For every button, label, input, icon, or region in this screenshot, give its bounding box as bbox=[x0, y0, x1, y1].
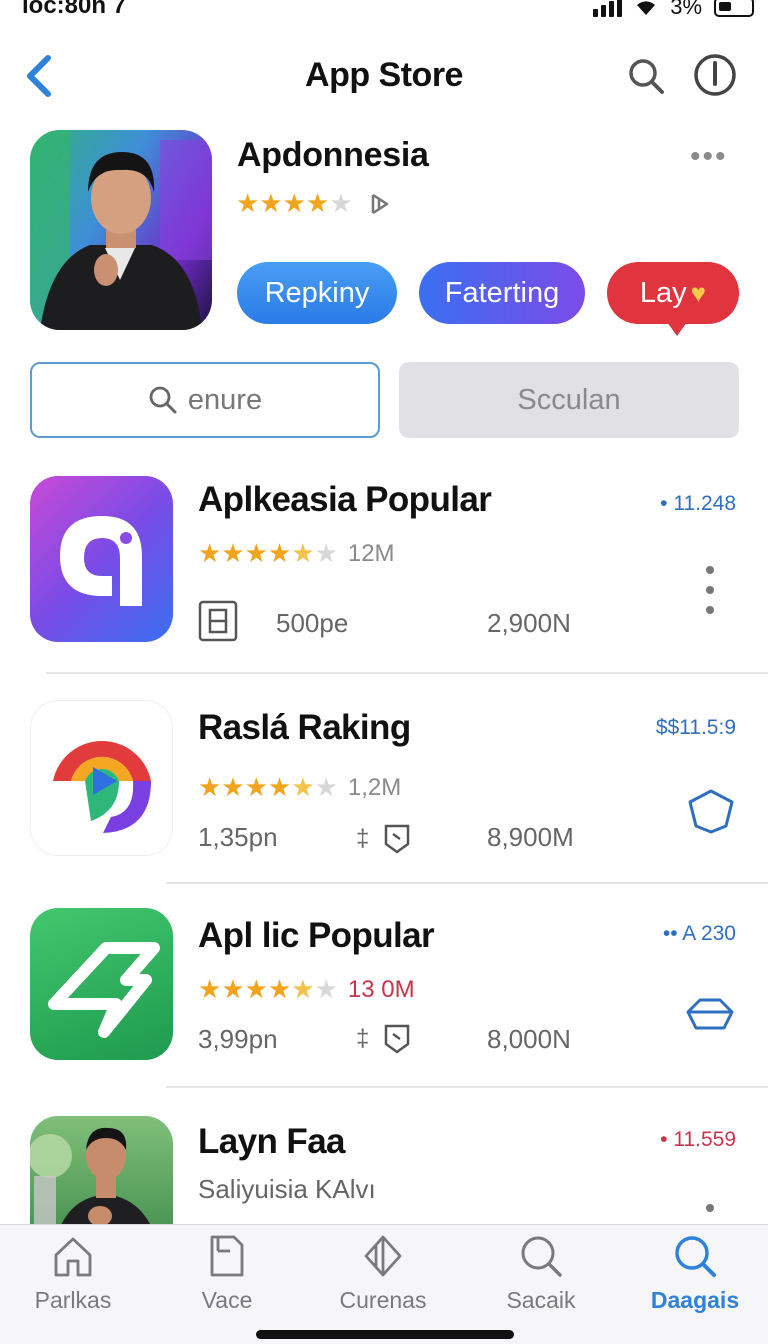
list-item[interactable]: Aplkeasia Popular ★★★★★★ 12M 500pe 2,900… bbox=[0, 476, 768, 666]
app-size: 500pe bbox=[276, 608, 349, 638]
star-rating: ★★★★★★ bbox=[198, 974, 338, 1004]
search-input[interactable]: enure bbox=[30, 362, 380, 438]
app-rating: ★★★★★★ 13 0M bbox=[198, 974, 415, 1005]
vertical-dots-icon bbox=[706, 1204, 714, 1212]
pill-label: Lay bbox=[639, 276, 687, 309]
document-icon bbox=[210, 1235, 244, 1277]
app-badge: •• A 230 bbox=[662, 922, 736, 945]
category-pill-2[interactable]: Faterting bbox=[419, 262, 585, 324]
star-rating: ★★★★★ bbox=[236, 188, 353, 218]
app-title: Aplkeasia Popular bbox=[198, 480, 492, 519]
category-pill-3[interactable]: Lay ♥ bbox=[607, 262, 739, 336]
divider bbox=[166, 882, 768, 884]
tab-label: Sacaik bbox=[506, 1287, 576, 1313]
person-photo bbox=[30, 1127, 150, 1224]
price-icon: ‡ bbox=[356, 822, 412, 859]
app-downloads: 8,900M bbox=[487, 822, 574, 852]
star-rating: ★★★★★★ bbox=[198, 538, 338, 568]
featured-app-image[interactable] bbox=[30, 130, 212, 330]
tab-label: Vace bbox=[201, 1287, 253, 1313]
rating-count: 1,2M bbox=[347, 773, 402, 801]
search-icon bbox=[521, 1236, 562, 1277]
search-icon bbox=[675, 1236, 716, 1277]
tab-daagais[interactable]: Daagais bbox=[630, 1233, 760, 1323]
details-icon[interactable] bbox=[198, 600, 238, 647]
more-options-button[interactable] bbox=[700, 1202, 720, 1224]
more-options-button[interactable] bbox=[700, 564, 720, 625]
app-size: 1,35pn bbox=[198, 822, 278, 852]
tab-label: Parlkas bbox=[34, 1287, 112, 1313]
person-photo bbox=[30, 130, 212, 330]
info-icon bbox=[694, 54, 736, 96]
get-button[interactable] bbox=[684, 994, 736, 1043]
featured-rating: ★★★★★ bbox=[236, 188, 393, 219]
heart-icon: ♥ bbox=[690, 277, 707, 308]
featured-app-card: Apdonnesia ★★★★★ ••• Repkiny Faterting L… bbox=[0, 130, 768, 340]
rating-count: 13 0M bbox=[347, 975, 415, 1003]
status-indicators: 3% bbox=[593, 0, 754, 20]
app-badge: • 11.248 bbox=[660, 492, 736, 515]
app-title: Raslá Raking bbox=[198, 708, 411, 747]
tab-sacaik[interactable]: Sacaik bbox=[476, 1233, 606, 1323]
app-rating: ★★★★★★ 12M bbox=[198, 538, 395, 569]
battery-percentage: 3% bbox=[670, 0, 702, 19]
signal-icon bbox=[593, 0, 623, 17]
vertical-dots-icon bbox=[706, 566, 714, 614]
app-title: Layn Faa bbox=[198, 1122, 346, 1161]
home-indicator bbox=[256, 1330, 514, 1339]
tab-label: Daagais bbox=[650, 1287, 740, 1313]
app-icon-2 bbox=[30, 700, 173, 856]
app-size: 3,99pn bbox=[198, 1024, 278, 1054]
list-item[interactable]: Apl lic Popular ★★★★★★ 13 0M 3,99pn ‡ 8,… bbox=[0, 908, 768, 1078]
home-icon bbox=[54, 1237, 92, 1277]
list-item[interactable]: Layn Faa Saliyuisia KAlvı • 11.559 bbox=[0, 1116, 768, 1224]
tab-vace[interactable]: Vace bbox=[162, 1233, 292, 1323]
tab-bar: Parlkas Vace Curenas Sacaik Daagais bbox=[0, 1224, 768, 1344]
featured-app-title: Apdonnesia bbox=[237, 136, 429, 174]
tab-curenas[interactable]: Curenas bbox=[318, 1233, 448, 1323]
battery-icon bbox=[714, 0, 754, 17]
app-rating: ★★★★★★ 1,2M bbox=[198, 772, 401, 803]
tab-label: Curenas bbox=[339, 1287, 427, 1313]
search-icon bbox=[629, 59, 664, 94]
app-badge: • 11.559 bbox=[660, 1128, 736, 1151]
secondary-button[interactable]: Scculan bbox=[399, 362, 739, 438]
app-subtitle: Saliyuisia KAlvı bbox=[198, 1174, 376, 1204]
status-bar: loc:80n 7 3% bbox=[0, 0, 768, 22]
shield-icon bbox=[688, 789, 734, 834]
search-placeholder: enure bbox=[187, 383, 263, 416]
search-button[interactable] bbox=[626, 56, 666, 96]
app-title: Apl lic Popular bbox=[198, 916, 435, 955]
category-pill-1[interactable]: Repkiny bbox=[237, 262, 397, 324]
layers-icon bbox=[364, 1235, 402, 1277]
price-icon: ‡ bbox=[356, 1022, 412, 1059]
app-icon-4 bbox=[30, 1116, 173, 1224]
navigation-bar: App Store bbox=[0, 44, 768, 108]
list-item[interactable]: Raslá Raking ★★★★★★ 1,2M 1,35pn ‡ 8,900M… bbox=[0, 700, 768, 880]
app-icon-1 bbox=[30, 476, 173, 642]
app-badge: $$11.5:9 bbox=[655, 716, 736, 739]
more-options-button[interactable]: ••• bbox=[690, 140, 728, 174]
shield-icon bbox=[686, 998, 734, 1030]
divider bbox=[46, 672, 768, 674]
app-icon-3 bbox=[30, 908, 173, 1060]
rating-count: 12M bbox=[347, 539, 395, 567]
svg-text:‡: ‡ bbox=[356, 825, 369, 852]
share-icon[interactable] bbox=[367, 191, 393, 217]
tab-parlkas[interactable]: Parlkas bbox=[8, 1233, 138, 1323]
status-time: loc:80n 7 bbox=[22, 0, 127, 19]
wifi-icon bbox=[637, 1, 656, 15]
star-rating: ★★★★★★ bbox=[198, 772, 338, 802]
get-button[interactable] bbox=[686, 788, 736, 841]
info-button[interactable] bbox=[692, 52, 738, 98]
svg-text:‡: ‡ bbox=[356, 1025, 369, 1052]
search-icon bbox=[149, 386, 177, 414]
app-downloads: 2,900N bbox=[487, 608, 571, 638]
app-downloads: 8,000N bbox=[487, 1024, 571, 1054]
divider bbox=[166, 1086, 768, 1088]
